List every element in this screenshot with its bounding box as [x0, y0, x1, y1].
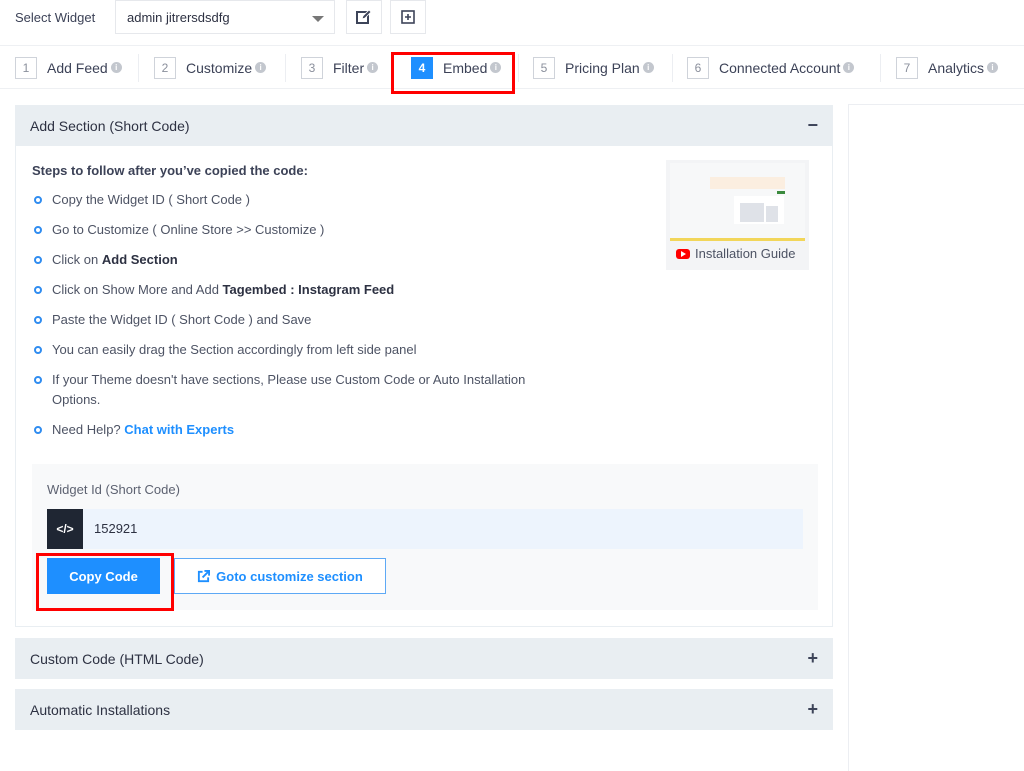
tab-divider: [880, 54, 881, 82]
list-item: Click on Show More and Add Tagembed : In…: [32, 280, 532, 300]
list-item: You can easily drag the Section accordin…: [32, 340, 532, 360]
info-icon[interactable]: i: [110, 62, 122, 73]
tab-number: 2: [154, 56, 176, 79]
tab-label: Analytics: [928, 59, 985, 76]
expand-icon[interactable]: +: [807, 699, 818, 720]
tab-number: 1: [15, 56, 37, 79]
collapse-icon[interactable]: −: [807, 115, 818, 136]
tab-analytics[interactable]: 7 Analytics i: [896, 46, 999, 89]
tab-filter[interactable]: 3 Filter i: [301, 46, 379, 89]
tab-number: 7: [896, 56, 918, 79]
step-text: Need Help?: [52, 422, 125, 437]
bullet-icon: [34, 196, 42, 204]
custom-code-title: Custom Code (HTML Code): [30, 650, 204, 667]
select-widget-label: Select Widget: [15, 10, 96, 25]
info-icon[interactable]: i: [843, 62, 855, 73]
step-text: Click on: [52, 252, 102, 267]
bullet-icon: [34, 256, 42, 264]
widget-id-label: Widget Id (Short Code): [47, 482, 180, 497]
tab-divider: [518, 54, 519, 82]
tab-pricing-plan[interactable]: 5 Pricing Plan i: [533, 46, 654, 89]
thumbnail-bar: [670, 238, 805, 241]
widget-select-value: admin jitrersdsdfg: [127, 10, 230, 25]
tab-number: 3: [301, 56, 323, 79]
list-item: Paste the Widget ID ( Short Code ) and S…: [32, 310, 532, 330]
tab-label: Add Feed: [47, 59, 108, 76]
external-link-icon: [198, 569, 211, 582]
preview-panel: [848, 104, 1024, 771]
automatic-installations-title: Automatic Installations: [30, 701, 171, 718]
caret-down-icon: [312, 16, 324, 22]
tab-label: Filter: [333, 59, 365, 76]
edit-icon: [356, 9, 372, 24]
list-item: Go to Customize ( Online Store >> Custom…: [32, 220, 532, 240]
bullet-icon: [34, 346, 42, 354]
tab-number: 5: [533, 56, 555, 79]
goto-customize-label: Goto customize section: [216, 568, 363, 584]
step-text: If your Theme doesn't have sections, Ple…: [52, 372, 526, 407]
installation-guide-caption: Installation Guide: [676, 246, 795, 261]
step-text: Go to Customize ( Online Store >> Custom…: [52, 222, 325, 237]
step-bold-text: Tagembed : Instagram Feed: [222, 282, 395, 297]
thumbnail-notice: [710, 177, 785, 189]
steps-title: Steps to follow after you’ve copied the …: [32, 163, 308, 178]
add-section-title: Add Section (Short Code): [30, 117, 190, 134]
bullet-icon: [34, 286, 42, 294]
tab-divider: [285, 54, 286, 82]
widget-selector-bar: Select Widget admin jitrersdsdfg: [0, 0, 1024, 36]
info-icon[interactable]: i: [987, 62, 999, 73]
automatic-installations-header[interactable]: Automatic Installations +: [15, 689, 833, 730]
custom-code-header[interactable]: Custom Code (HTML Code) +: [15, 638, 833, 679]
copy-code-highlight: [36, 553, 174, 611]
widget-select[interactable]: admin jitrersdsdfg: [115, 0, 335, 34]
list-item: Click on Add Section: [32, 250, 532, 270]
embed-tab-highlight: [391, 52, 515, 94]
chat-with-experts-link[interactable]: Chat with Experts: [124, 422, 234, 437]
info-icon[interactable]: i: [367, 62, 379, 73]
tab-add-feed[interactable]: 1 Add Feed i: [15, 46, 122, 89]
tab-divider: [138, 54, 139, 82]
tab-customize[interactable]: 2 Customize i: [154, 46, 267, 89]
bullet-icon: [34, 426, 42, 434]
edit-widget-button[interactable]: [346, 0, 382, 34]
info-icon[interactable]: i: [642, 62, 654, 73]
tab-number: 6: [687, 56, 709, 79]
installation-guide-label: Installation Guide: [695, 246, 796, 261]
bullet-icon: [34, 376, 42, 384]
list-item: Need Help? Chat with Experts: [32, 420, 532, 440]
widget-id-field[interactable]: </> 152921: [47, 509, 803, 549]
installation-guide-thumbnail: [670, 163, 805, 241]
expand-icon[interactable]: +: [807, 648, 818, 669]
thumbnail-image: [766, 206, 778, 222]
tab-label: Connected Account: [719, 59, 841, 76]
step-text: Copy the Widget ID ( Short Code ): [52, 192, 250, 207]
thumbnail-button: [777, 191, 785, 194]
tab-divider: [672, 54, 673, 82]
step-text: You can easily drag the Section accordin…: [52, 342, 417, 357]
tab-connected-account[interactable]: 6 Connected Account i: [687, 46, 855, 89]
installation-guide-card[interactable]: Installation Guide: [666, 160, 809, 270]
info-icon[interactable]: i: [255, 62, 267, 73]
bullet-icon: [34, 316, 42, 324]
add-widget-button[interactable]: [390, 0, 426, 34]
code-icon: </>: [47, 509, 83, 549]
plus-square-icon: [401, 10, 415, 24]
list-item: If your Theme doesn't have sections, Ple…: [32, 370, 532, 410]
goto-customize-button[interactable]: Goto customize section: [174, 558, 386, 594]
step-text: Click on Show More and Add: [52, 282, 223, 297]
widget-id-value: 152921: [94, 521, 138, 536]
tab-label: Pricing Plan: [565, 59, 640, 76]
bullet-icon: [34, 226, 42, 234]
add-section-header[interactable]: Add Section (Short Code) −: [15, 105, 833, 146]
youtube-icon: [676, 248, 690, 259]
step-bold-text: Add Section: [101, 252, 178, 267]
tab-label: Customize: [186, 59, 253, 76]
list-item: Copy the Widget ID ( Short Code ): [32, 190, 532, 210]
thumbnail-image: [740, 203, 764, 222]
step-text: Paste the Widget ID ( Short Code ) and S…: [52, 312, 312, 327]
steps-list: Copy the Widget ID ( Short Code ) Go to …: [32, 190, 532, 450]
